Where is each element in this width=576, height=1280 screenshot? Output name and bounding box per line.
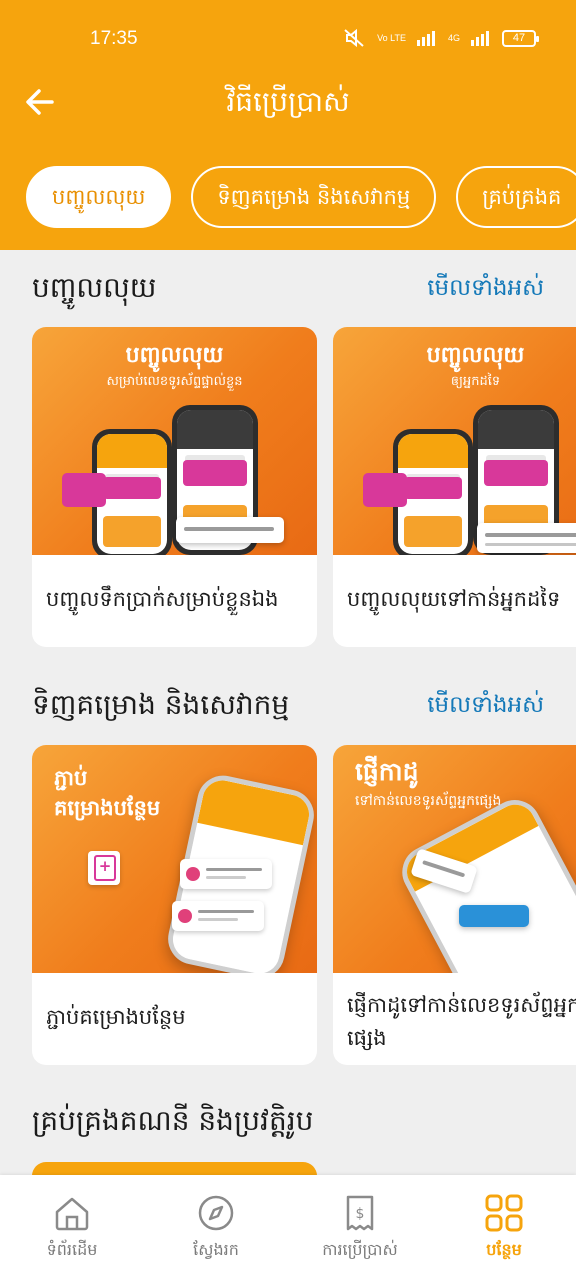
- main-content[interactable]: បញ្ចូលលុយ មើលទាំងអស់ បញ្ចូលលុយ សម្រាប់លេ…: [0, 250, 576, 1175]
- guide-card-send-gift[interactable]: ផ្ញើកាដូ ទៅកាន់លេខទូរស័ព្ទអ្នកផ្សេង ផ្ញើ…: [333, 745, 576, 1065]
- card-label: ផ្ញើកាដូទៅកាន់លេខទូរស័ព្ទអ្នកផ្សេង: [347, 993, 576, 1050]
- card-image: បញ្ចូលលុយ សម្រាប់លេខទូរស័ព្ទផ្ទាល់ខ្លួន: [32, 327, 317, 555]
- nav-explore[interactable]: ស្វែងរក: [144, 1193, 288, 1263]
- nav-label: ទំព័រដើម: [46, 1240, 98, 1259]
- status-time: 17:35: [90, 28, 138, 49]
- volte-icon: Vo LTE: [377, 32, 406, 43]
- signal-icon: [416, 30, 438, 46]
- image-subtitle: ឲ្យអ្នកដទៃ: [450, 374, 501, 389]
- chip-manage-account[interactable]: គ្រប់គ្រងគ: [456, 166, 576, 228]
- chip-top-up[interactable]: បញ្ចូលលុយ: [26, 166, 172, 228]
- compass-icon: [198, 1195, 234, 1231]
- nav-usage[interactable]: $ ការប្រើប្រាស់: [288, 1193, 432, 1263]
- section-title: គ្រប់គ្រងគណនី និងប្រវត្តិរូប: [32, 1104, 314, 1137]
- card-image: បញ្ចូលលុយ ឲ្យអ្នកដទៃ: [333, 327, 576, 555]
- status-bar: 17:35 Vo LTE 4G 47: [0, 20, 576, 60]
- battery-icon: 47: [502, 29, 539, 47]
- nav-label: ស្វែងរក: [193, 1240, 239, 1259]
- guide-card-add-plan[interactable]: ភ្ជាប់ គម្រោងបន្ថែម ភ្ជាប់គម្រោងបន្ថែម: [32, 745, 317, 1065]
- image-subtitle: សម្រាប់លេខទូរស័ព្ទផ្ទាល់ខ្លួន: [106, 374, 243, 389]
- receipt-icon: $: [346, 1195, 374, 1231]
- see-all-link[interactable]: មើលទាំងអស់: [427, 691, 544, 724]
- image-subtitle: គម្រោងបន្ថែម: [54, 796, 161, 820]
- app-header: 17:35 Vo LTE 4G 47 វិធីប្រើប្រាស់ បញ្ចូល…: [0, 0, 576, 250]
- section-title: បញ្ចូលលុយ: [32, 271, 157, 304]
- section-header-top-up: បញ្ចូលលុយ មើលទាំងអស់: [32, 270, 544, 310]
- grid-icon: [485, 1194, 523, 1232]
- popup-graphic: [477, 523, 576, 553]
- section-title: ទិញគម្រោង និងសេវាកម្ម: [32, 688, 290, 721]
- add-sim-icon: [88, 851, 120, 885]
- card-image: ភ្ជាប់ គម្រោងបន្ថែម: [32, 745, 317, 973]
- image-subtitle: ទៅកាន់លេខទូរស័ព្ទអ្នកផ្សេង: [355, 793, 502, 809]
- image-title: ផ្ញើកាដូ: [355, 757, 419, 786]
- popup-graphic: [176, 517, 284, 543]
- home-icon: [55, 1197, 89, 1231]
- guide-card-top-up-self[interactable]: បញ្ចូលលុយ សម្រាប់លេខទូរស័ព្ទផ្ទាល់ខ្លួន …: [32, 327, 317, 647]
- nav-label: ការប្រើប្រាស់: [322, 1240, 398, 1259]
- sim-card-graphic: [363, 473, 407, 507]
- signal-icon-2: [470, 30, 492, 46]
- 4g-label: 4G: [447, 32, 460, 43]
- card-label: បញ្ចូលទឹកប្រាក់សម្រាប់ខ្លួនឯង: [46, 587, 279, 611]
- card-image: ផ្ញើកាដូ ទៅកាន់លេខទូរស័ព្ទអ្នកផ្សេង: [333, 745, 576, 973]
- phone-mockup: [393, 790, 576, 973]
- button-graphic: [459, 905, 529, 927]
- category-chips: បញ្ចូលលុយ ទិញគម្រោង និងសេវាកម្ម គ្រប់គ្រងគ: [26, 166, 576, 230]
- svg-text:$: $: [356, 1206, 365, 1222]
- page-title: វិធីប្រើប្រាស់: [226, 85, 350, 118]
- nav-label: បន្ថែម: [486, 1240, 522, 1259]
- image-title: ភ្ជាប់: [54, 766, 88, 790]
- section-header-plans: ទិញគម្រោង និងសេវាកម្ម មើលទាំងអស់: [32, 687, 544, 727]
- guide-card-top-up-others[interactable]: បញ្ចូលលុយ ឲ្យអ្នកដទៃ បញ្ចូលលុយទៅកាន់អ្នក…: [333, 327, 576, 647]
- image-title: បញ្ចូលលុយ: [426, 343, 525, 368]
- nav-more[interactable]: បន្ថែម: [432, 1193, 576, 1263]
- nav-home[interactable]: ទំព័រដើម: [0, 1193, 144, 1263]
- card-label: បញ្ចូលលុយទៅកាន់អ្នកដទៃ: [347, 587, 561, 611]
- bottom-navigation: ទំព័រដើម ស្វែងរក $ ការប្រើប្រាស់ បន្ថែម: [0, 1175, 576, 1280]
- mute-icon: [343, 28, 367, 48]
- guide-card-account-partial[interactable]: [32, 1162, 317, 1175]
- image-title: បញ្ចូលលុយ: [125, 343, 224, 368]
- see-all-link[interactable]: មើលទាំងអស់: [427, 274, 544, 307]
- plan-item-graphic: [172, 901, 264, 931]
- card-label: ភ្ជាប់គម្រោងបន្ថែម: [46, 1005, 186, 1029]
- sim-card-graphic: [62, 473, 106, 507]
- section-header-account: គ្រប់គ្រងគណនី និងប្រវត្តិរូប: [32, 1103, 544, 1143]
- plan-item-graphic: [180, 859, 272, 889]
- chip-buy-plans[interactable]: ទិញគម្រោង និងសេវាកម្ម: [191, 166, 437, 228]
- status-icons: Vo LTE 4G 47: [343, 28, 539, 48]
